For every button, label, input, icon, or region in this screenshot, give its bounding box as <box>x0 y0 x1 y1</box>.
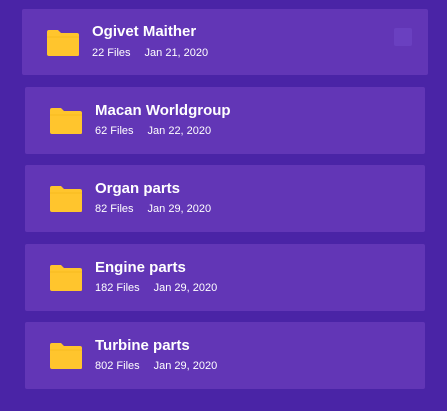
folder-card-organ-parts[interactable]: Organ parts 82 Files Jan 29, 2020 <box>25 165 425 232</box>
folder-date: Jan 22, 2020 <box>147 125 212 137</box>
folder-card-ogivet-maither[interactable]: Ogivet Maither 22 Files Jan 21, 2020 <box>22 9 428 75</box>
select-checkbox[interactable] <box>394 28 412 46</box>
folder-list: Ogivet Maither 22 Files Jan 21, 2020 Maca… <box>0 0 447 411</box>
folder-card-engine-parts[interactable]: Engine parts 182 Files Jan 29, 2020 <box>25 244 425 311</box>
folder-meta: 22 Files Jan 21, 2020 <box>92 46 208 60</box>
folder-name: Organ parts <box>95 180 181 197</box>
folder-date: Jan 29, 2020 <box>147 203 212 215</box>
folder-date: Jan 29, 2020 <box>153 282 218 294</box>
folder-card-macan-worldgroup[interactable]: Macan Worldgroup 62 Files Jan 22, 2020 <box>25 87 425 154</box>
folder-icon <box>49 342 83 370</box>
file-count: 802 Files <box>95 360 140 372</box>
file-count: 62 Files <box>95 125 134 137</box>
folder-meta: 182 Files Jan 29, 2020 <box>95 281 217 295</box>
file-count: 22 Files <box>92 47 131 59</box>
folder-card-turbine-parts[interactable]: Turbine parts 802 Files Jan 29, 2020 <box>25 322 425 389</box>
file-count: 182 Files <box>95 282 140 294</box>
folder-icon <box>49 264 83 292</box>
folder-name: Engine parts <box>95 259 186 276</box>
folder-icon <box>46 29 80 57</box>
folder-date: Jan 21, 2020 <box>144 47 209 59</box>
file-count: 82 Files <box>95 203 134 215</box>
folder-date: Jan 29, 2020 <box>153 360 218 372</box>
folder-icon <box>49 107 83 135</box>
folder-name: Ogivet Maither <box>92 23 197 40</box>
folder-name: Turbine parts <box>95 337 190 354</box>
folder-icon <box>49 185 83 213</box>
folder-meta: 802 Files Jan 29, 2020 <box>95 359 217 373</box>
folder-meta: 62 Files Jan 22, 2020 <box>95 124 211 138</box>
folder-name: Macan Worldgroup <box>95 102 231 119</box>
folder-meta: 82 Files Jan 29, 2020 <box>95 202 211 216</box>
